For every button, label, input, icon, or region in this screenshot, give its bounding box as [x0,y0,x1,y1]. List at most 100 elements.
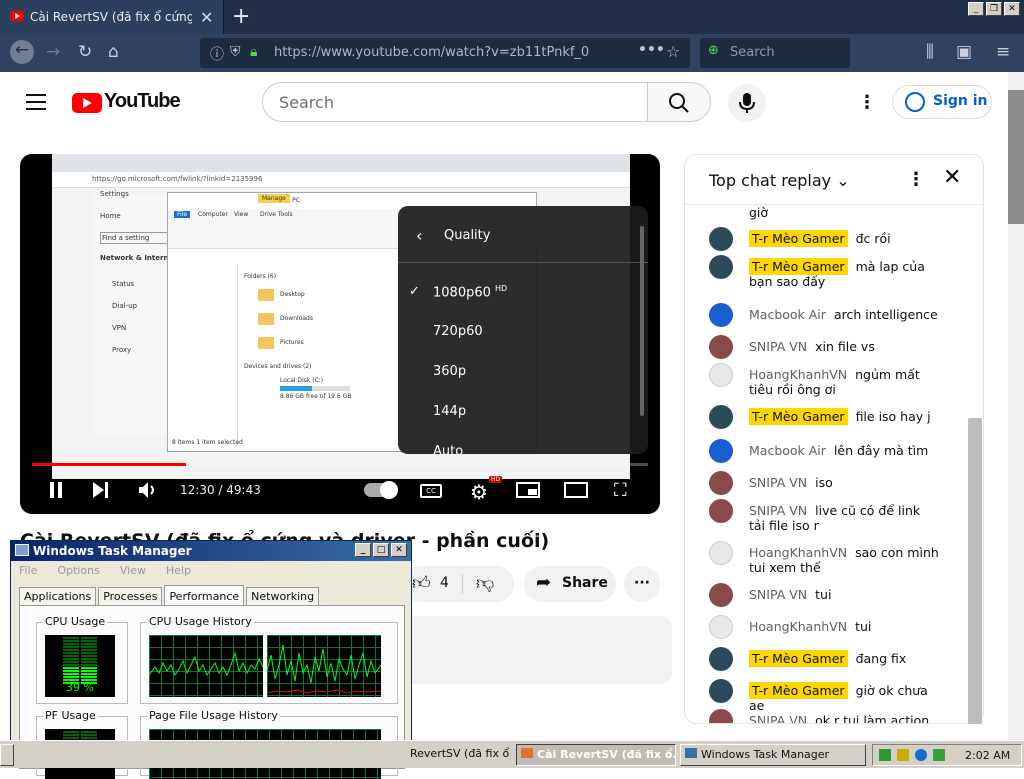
chat-author[interactable]: T-r Mèo Gamer [749,650,848,667]
task-manager-titlebar[interactable]: Windows Task Manager _ □ ✕ [11,541,411,561]
avatar[interactable] [709,227,733,251]
avatar[interactable] [709,679,733,703]
chat-title-dropdown[interactable]: Top chat replay ⌄ [709,171,850,190]
taskbar-item-active[interactable]: Cài RevertSV (đã fix ổ... [516,744,676,766]
chat-author[interactable]: T-r Mèo Gamer [749,682,848,699]
subtitles-icon[interactable]: CC [420,484,442,498]
url-bar[interactable]: ⓘ ⛨ 🔒︎ https://www.youtube.com/watch?v=z… [200,38,690,68]
youtube-search-button[interactable] [647,82,711,122]
minimize-icon[interactable]: _ [968,2,984,16]
chat-author[interactable]: SNIPA VN [749,475,807,490]
menu-icon[interactable]: ≡ [996,42,1010,62]
close-window-icon[interactable]: ✕ [1004,2,1020,16]
reload-icon[interactable]: ↻ [78,42,92,62]
chat-author[interactable]: T-r Mèo Gamer [749,258,848,275]
chat-author[interactable]: SNIPA VN [749,713,807,723]
new-tab-icon[interactable]: + [232,4,250,29]
autoplay-toggle[interactable] [364,481,398,499]
tray-cpu-icon[interactable] [879,749,891,761]
lock-icon[interactable]: 🔒︎ [250,44,257,60]
progress-bar[interactable] [32,463,648,466]
dislike-icon[interactable]: 👎︎ [476,572,494,594]
hamburger-menu-icon[interactable] [26,94,46,115]
bookmark-star-icon[interactable]: ☆ [666,42,680,61]
like-icon[interactable]: 👍︎ [412,572,431,594]
description-box[interactable] [402,616,672,684]
pause-icon[interactable] [48,482,64,498]
home-icon[interactable]: ⌂ [108,42,119,62]
info-icon[interactable]: ⓘ [210,44,224,64]
chat-author[interactable]: T-r Mèo Gamer [749,230,848,247]
avatar[interactable] [709,583,733,607]
more-actions-icon[interactable]: ··· [624,566,660,602]
quality-menu-title[interactable]: Quality [444,228,490,243]
fullscreen-icon[interactable]: ⛶ [614,480,627,501]
youtube-logo-text[interactable]: YouTube [104,90,181,113]
quality-option[interactable]: 360p [433,364,466,379]
avatar[interactable] [709,615,733,639]
sidebar-icon[interactable]: ▣ [956,42,972,62]
video-player[interactable]: https://go.microsoft.com/fwlink/?linkid=… [20,154,660,514]
chat-author[interactable]: Macbook Air [749,307,826,322]
chat-menu-icon[interactable]: ⋮ [907,169,925,190]
quality-option[interactable]: ✓ 1080p60 HD [409,284,507,300]
chat-author[interactable]: HoangKhanhVN [749,619,847,634]
avatar[interactable] [709,363,733,387]
avatar[interactable] [709,471,733,495]
close-chat-icon[interactable]: ✕ [943,165,961,190]
avatar[interactable] [709,255,733,279]
youtube-logo-icon[interactable] [72,93,102,113]
page-actions-icon[interactable]: ••• [638,42,665,58]
restore-icon[interactable]: ❐ [986,2,1002,16]
tm-menu-file[interactable]: File [19,564,37,577]
miniplayer-icon[interactable] [516,482,540,498]
chat-author[interactable]: SNIPA VN [749,587,807,602]
tray-network-icon[interactable] [933,749,945,761]
start-button[interactable] [0,744,14,766]
quality-option[interactable]: 720p60 [433,324,483,339]
taskbar-item[interactable]: Windows Task Manager [680,744,866,766]
quality-option[interactable]: Auto [433,444,463,459]
tm-close-icon[interactable]: ✕ [391,543,407,557]
library-icon[interactable]: ⫼ [926,42,934,62]
avatar[interactable] [709,647,733,671]
tab-networking[interactable]: Networking [246,587,320,605]
tray-globe-icon[interactable] [915,749,927,761]
chat-author[interactable]: HoangKhanhVN [749,545,847,560]
tab-performance[interactable]: Performance [164,585,245,605]
forward-icon[interactable]: → [46,42,60,62]
tm-menu-options[interactable]: Options [57,564,99,577]
quality-menu-scrollbar[interactable] [640,226,644,416]
tab-processes[interactable]: Processes [98,587,163,605]
browser-tab[interactable]: Cài RevertSV (đã fix ổ cứng và dr ✕ [0,0,224,34]
tm-minimize-icon[interactable]: _ [355,543,371,557]
taskbar-item[interactable]: RevertSV (đã fix ổ cứ... [406,744,512,766]
back-icon[interactable]: ← [10,40,34,64]
sign-in-button[interactable]: Sign in [892,85,992,119]
voice-search-button[interactable] [728,84,766,122]
tab-applications[interactable]: Applications [19,587,97,605]
avatar[interactable] [709,499,733,523]
chat-author[interactable]: SNIPA VN [749,503,807,518]
youtube-search-input[interactable]: Search [262,82,648,122]
avatar[interactable] [709,541,733,565]
next-icon[interactable] [92,482,110,498]
theater-mode-icon[interactable] [564,482,588,498]
chat-author[interactable]: SNIPA VN [749,339,807,354]
chat-author[interactable]: HoangKhanhVN [749,367,847,382]
more-options-icon[interactable]: ⋮ [858,92,876,113]
tm-maximize-icon[interactable]: □ [373,543,389,557]
avatar[interactable] [709,439,733,463]
chat-author[interactable]: Macbook Air [749,443,826,458]
tracking-shield-icon[interactable]: ⛨ [230,44,241,60]
avatar[interactable] [709,335,733,359]
tray-app-icon[interactable] [897,749,909,761]
chat-scrollbar[interactable] [968,418,982,724]
avatar[interactable] [709,709,733,723]
browser-search-field[interactable]: ⊕ Search [700,38,850,68]
back-chevron-icon[interactable]: ‹ [416,226,422,245]
close-tab-icon[interactable]: ✕ [200,8,213,27]
share-button[interactable]: ➦ Share [524,566,616,602]
avatar[interactable] [709,303,733,327]
volume-icon[interactable] [138,481,158,499]
